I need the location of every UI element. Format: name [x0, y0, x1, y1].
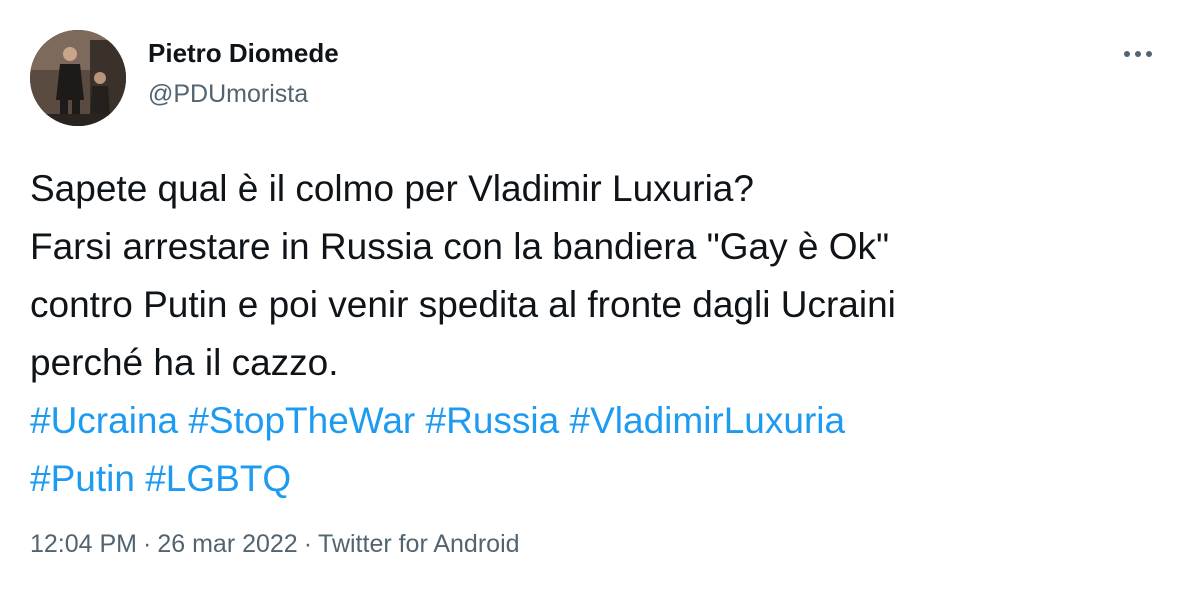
hashtag-link-vladimirluxuria[interactable]: #VladimirLuxuria — [570, 400, 846, 441]
hashtag-link-russia[interactable]: #Russia — [426, 400, 560, 441]
tweet-date[interactable]: 26 mar 2022 — [157, 530, 297, 558]
hashtag-link-ucraina[interactable]: #Ucraina — [30, 400, 178, 441]
hashtag-link-putin[interactable]: #Putin — [30, 458, 135, 499]
tweet-text: Sapete qual è il colmo per Vladimir Luxu… — [30, 160, 1160, 508]
meta-separator: · — [303, 530, 313, 558]
hashtag-line: #Putin #LGBTQ — [30, 450, 1160, 508]
tweet-text-line: contro Putin e poi venir spedita al fron… — [30, 284, 896, 325]
meta-separator: · — [143, 530, 152, 558]
tweet-text-line: Farsi arrestare in Russia con la bandier… — [30, 226, 890, 267]
tweet-text-line: Sapete qual è il colmo per Vladimir Luxu… — [30, 168, 754, 209]
author-display-name[interactable]: Pietro Diomede — [148, 38, 339, 69]
more-horizontal-icon — [1124, 51, 1152, 57]
hashtag-line: #Ucraina #StopTheWar #Russia #VladimirLu… — [30, 392, 1160, 450]
tweet-card: Pietro Diomede @PDUmorista Sapete qual è… — [0, 0, 1186, 592]
tweet-text-line: perché ha il cazzo. — [30, 342, 339, 383]
more-options-button[interactable] — [1116, 36, 1160, 72]
hashtag-link-lgbtq[interactable]: #LGBTQ — [145, 458, 291, 499]
tweet-source[interactable]: Twitter for Android — [318, 530, 519, 558]
avatar-photo — [30, 30, 126, 126]
tweet-time[interactable]: 12:04 PM — [30, 530, 137, 558]
author-handle[interactable]: @PDUmorista — [148, 80, 308, 109]
tweet-meta: 12:04 PM · 26 mar 2022 · Twitter for Android — [30, 530, 520, 559]
hashtag-link-stopthewar[interactable]: #StopTheWar — [188, 400, 415, 441]
avatar[interactable] — [30, 30, 126, 126]
